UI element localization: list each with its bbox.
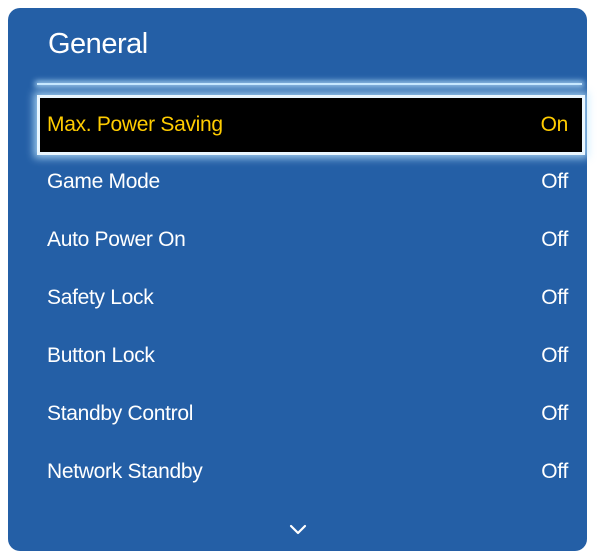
menu-item-label: Auto Power On <box>47 228 186 251</box>
menu-item-max-power-saving[interactable]: Max. Power Saving On <box>37 95 585 155</box>
menu-item-network-standby[interactable]: Network Standby Off <box>37 443 585 501</box>
menu-item-game-mode[interactable]: Game Mode Off <box>37 153 585 211</box>
menu-item-value: Off <box>541 344 568 367</box>
menu-item-value: On <box>540 113 569 136</box>
menu-item-button-lock[interactable]: Button Lock Off <box>37 327 585 385</box>
title-divider <box>37 83 582 85</box>
menu-item-safety-lock[interactable]: Safety Lock Off <box>37 269 585 327</box>
menu-item-label: Standby Control <box>47 402 194 425</box>
menu-item-label: Game Mode <box>47 170 160 193</box>
general-menu-panel: General Max. Power Saving On Game Mode O… <box>8 8 587 551</box>
chevron-down-icon[interactable] <box>288 523 308 537</box>
menu-item-value: Off <box>541 460 568 483</box>
menu-item-label: Max. Power Saving <box>47 113 223 136</box>
menu-item-value: Off <box>541 170 568 193</box>
menu-item-auto-power-on[interactable]: Auto Power On Off <box>37 211 585 269</box>
menu-item-label: Button Lock <box>47 344 155 367</box>
menu-item-value: Off <box>541 402 568 425</box>
menu-item-standby-control[interactable]: Standby Control Off <box>37 385 585 443</box>
menu-item-value: Off <box>541 286 568 309</box>
menu-list: Max. Power Saving On Game Mode Off Auto … <box>37 95 585 501</box>
menu-title: General <box>48 28 148 60</box>
menu-item-value: Off <box>541 228 568 251</box>
menu-item-label: Network Standby <box>47 460 203 483</box>
menu-item-label: Safety Lock <box>47 286 154 309</box>
